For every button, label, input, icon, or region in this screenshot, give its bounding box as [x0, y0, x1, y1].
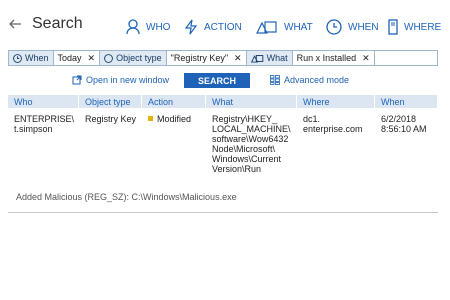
external-window-icon: [72, 75, 82, 85]
open-new-window-label: Open in new window: [86, 75, 170, 85]
filter-chip-when[interactable]: When Today ✕: [9, 51, 101, 65]
filter-key-label: Object type: [116, 53, 162, 63]
filter-bar[interactable]: When Today ✕ Object type "Registry Key" …: [8, 50, 438, 66]
filter-key-label: When: [25, 53, 49, 63]
filter-value-label: Today: [57, 53, 82, 63]
cell-who: ENTERPRISE\ t.simpson: [14, 114, 75, 134]
object-type-icon: [104, 53, 113, 63]
header: Search WHO ACTION WHAT WHEN WHERE: [0, 0, 450, 44]
column-header-who[interactable]: Who: [8, 95, 79, 108]
nav-what-label: WHAT: [284, 21, 313, 33]
nav-who-label: WHO: [146, 21, 171, 33]
nav-what[interactable]: WHAT: [256, 17, 313, 37]
cell-object-type: Registry Key: [85, 114, 137, 124]
column-header-what[interactable]: What: [206, 95, 297, 108]
filter-key[interactable]: Object type: [100, 51, 167, 65]
divider: [8, 212, 438, 213]
cell-action: Modified: [142, 114, 206, 195]
table-header: Who Object type Action What Where When: [8, 95, 438, 108]
cell-action-label: Modified: [157, 114, 192, 124]
clock-icon: [326, 19, 342, 35]
filter-key[interactable]: When: [9, 51, 54, 65]
remove-filter-icon[interactable]: ✕: [362, 53, 370, 64]
nav-action-label: ACTION: [204, 21, 242, 33]
cell-where: dc1. enterprise.com: [303, 114, 363, 134]
nav-where[interactable]: WHERE: [388, 17, 441, 37]
column-header-when[interactable]: When: [375, 95, 438, 108]
nav-when[interactable]: WHEN: [326, 17, 379, 37]
object-icon: [250, 54, 263, 63]
back-arrow-icon[interactable]: [8, 17, 22, 31]
nav-action[interactable]: ACTION: [184, 17, 242, 37]
remove-filter-icon[interactable]: ✕: [234, 53, 242, 64]
filter-value-label: "Registry Key": [170, 53, 229, 63]
filter-value[interactable]: "Registry Key" ✕: [167, 51, 246, 65]
column-header-where[interactable]: Where: [297, 95, 375, 108]
lightning-icon: [184, 19, 198, 35]
object-icon: [256, 21, 277, 34]
filter-value[interactable]: Today ✕: [54, 51, 100, 65]
open-new-window-link[interactable]: Open in new window: [72, 75, 169, 85]
column-header-object-type[interactable]: Object type: [79, 95, 142, 108]
nav-who[interactable]: WHO: [126, 17, 170, 37]
actions-row: Open in new window SEARCH Advanced mode: [0, 72, 450, 90]
advanced-mode-link[interactable]: Advanced mode: [270, 75, 349, 85]
column-header-action[interactable]: Action: [142, 95, 206, 108]
clock-icon: [13, 53, 22, 63]
advanced-mode-label: Advanced mode: [284, 75, 350, 85]
page-title: Search: [32, 15, 83, 32]
search-button[interactable]: SEARCH: [184, 73, 250, 88]
nav-when-label: WHEN: [348, 21, 379, 33]
filter-input-area[interactable]: [375, 51, 437, 65]
event-details: Added Malicious (REG_SZ): C:\Windows\Mal…: [16, 192, 237, 202]
filter-key[interactable]: What: [246, 51, 293, 65]
filter-value[interactable]: Run x Installed ✕: [293, 51, 374, 65]
grid-icon: [270, 75, 280, 85]
cell-when: 6/2/2018 8:56:10 AM: [381, 114, 427, 134]
cell-what: Registry\HKEY_ LOCAL_MACHINE\ software\W…: [212, 114, 291, 174]
filter-key-label: What: [266, 53, 288, 63]
results-table: Who Object type Action What Where When E…: [8, 95, 438, 195]
server-icon: [388, 19, 398, 35]
action-status-indicator: [148, 116, 153, 121]
filter-value-label: Run x Installed: [296, 53, 357, 63]
user-icon: [126, 19, 140, 35]
remove-filter-icon[interactable]: ✕: [88, 53, 96, 64]
table-row[interactable]: ENTERPRISE\ t.simpson Registry Key Modif…: [8, 108, 438, 195]
filter-chip-object-type[interactable]: Object type "Registry Key" ✕: [100, 51, 247, 65]
nav-where-label: WHERE: [404, 21, 442, 33]
filter-chip-what[interactable]: What Run x Installed ✕: [246, 51, 375, 65]
